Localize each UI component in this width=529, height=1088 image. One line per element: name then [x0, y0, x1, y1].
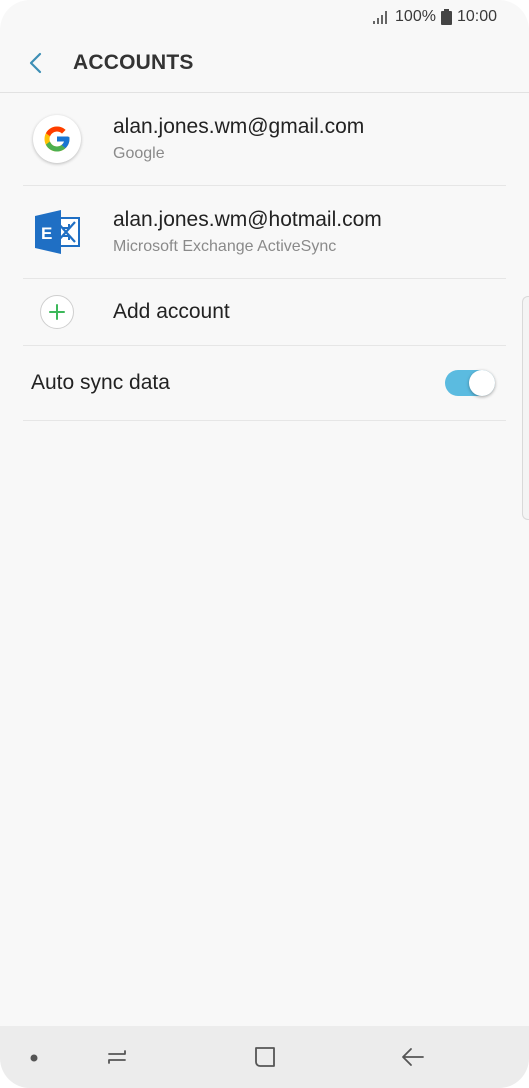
back-button[interactable]	[17, 44, 55, 82]
add-account-label: Add account	[113, 300, 230, 323]
chevron-left-icon	[29, 52, 42, 74]
battery-percent: 100%	[395, 8, 436, 25]
battery-icon	[440, 9, 452, 25]
home-icon[interactable]	[248, 1040, 282, 1074]
phone-screen: 100% 10:00 ACCOUNTS alan.jones.wm@gmail.…	[0, 0, 529, 1088]
exchange-logo-icon: E	[35, 210, 80, 254]
svg-text:E: E	[41, 224, 52, 243]
account-email: alan.jones.wm@hotmail.com	[113, 208, 382, 231]
auto-sync-row[interactable]: Auto sync data	[23, 346, 506, 421]
status-bar: 100% 10:00	[0, 0, 529, 34]
app-bar: ACCOUNTS	[0, 34, 529, 93]
account-row-google[interactable]: alan.jones.wm@gmail.com Google	[23, 93, 506, 186]
clock: 10:00	[456, 8, 497, 25]
add-account-row[interactable]: Add account	[23, 279, 506, 346]
signal-icon	[373, 11, 388, 24]
page-title: ACCOUNTS	[73, 51, 194, 74]
auto-sync-toggle[interactable]	[445, 370, 495, 396]
dot-icon[interactable]	[26, 1050, 42, 1066]
recent-apps-icon[interactable]	[100, 1042, 134, 1072]
toggle-knob	[469, 370, 495, 396]
navigation-bar	[0, 1026, 529, 1088]
plus-icon	[40, 295, 74, 329]
account-row-exchange[interactable]: E alan.jones.wm@hotmail.com Microsoft Ex…	[23, 186, 506, 279]
account-email: alan.jones.wm@gmail.com	[113, 115, 365, 138]
edge-panel-handle[interactable]	[522, 296, 529, 520]
back-icon[interactable]	[396, 1042, 430, 1072]
account-type: Google	[113, 145, 165, 162]
accounts-list: alan.jones.wm@gmail.com Google E alan.jo…	[0, 93, 529, 421]
account-type: Microsoft Exchange ActiveSync	[113, 238, 337, 255]
google-logo-icon	[33, 115, 81, 163]
auto-sync-label: Auto sync data	[31, 371, 170, 394]
